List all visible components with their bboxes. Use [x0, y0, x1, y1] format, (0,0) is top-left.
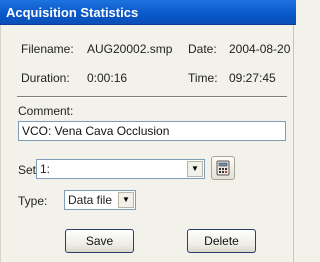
chevron-down-icon: ▼	[191, 164, 199, 173]
date-value: 2004-08-20	[229, 42, 291, 56]
date-label: Date:	[188, 42, 217, 56]
type-select[interactable]: Data file ▼	[64, 190, 136, 210]
type-dropdown-button[interactable]: ▼	[118, 192, 134, 208]
set-select[interactable]: 1: ▼	[36, 159, 205, 179]
set-select-value: 1:	[40, 162, 51, 176]
duration-value: 0:00:16	[87, 71, 128, 85]
calculator-icon	[216, 160, 230, 176]
set-dropdown-button[interactable]: ▼	[187, 161, 203, 177]
time-value: 09:27:45	[229, 71, 276, 85]
type-label: Type:	[18, 194, 48, 208]
comment-input[interactable]: VCO: Vena Cava Occlusion	[18, 121, 286, 141]
window-title: Acquisition Statistics	[0, 0, 296, 25]
save-button[interactable]: Save	[65, 229, 134, 253]
filename-label: Filename:	[21, 42, 74, 56]
separator	[17, 96, 287, 98]
duration-label: Duration:	[21, 71, 70, 85]
set-action-button[interactable]	[211, 156, 235, 180]
chevron-down-icon: ▼	[122, 195, 130, 204]
comment-label: Comment:	[18, 104, 74, 118]
type-select-value: Data file	[68, 193, 113, 207]
dialog-body	[0, 25, 294, 262]
filename-value: AUG20002.smp	[87, 42, 173, 56]
time-label: Time:	[188, 71, 218, 85]
delete-button[interactable]: Delete	[187, 229, 256, 253]
